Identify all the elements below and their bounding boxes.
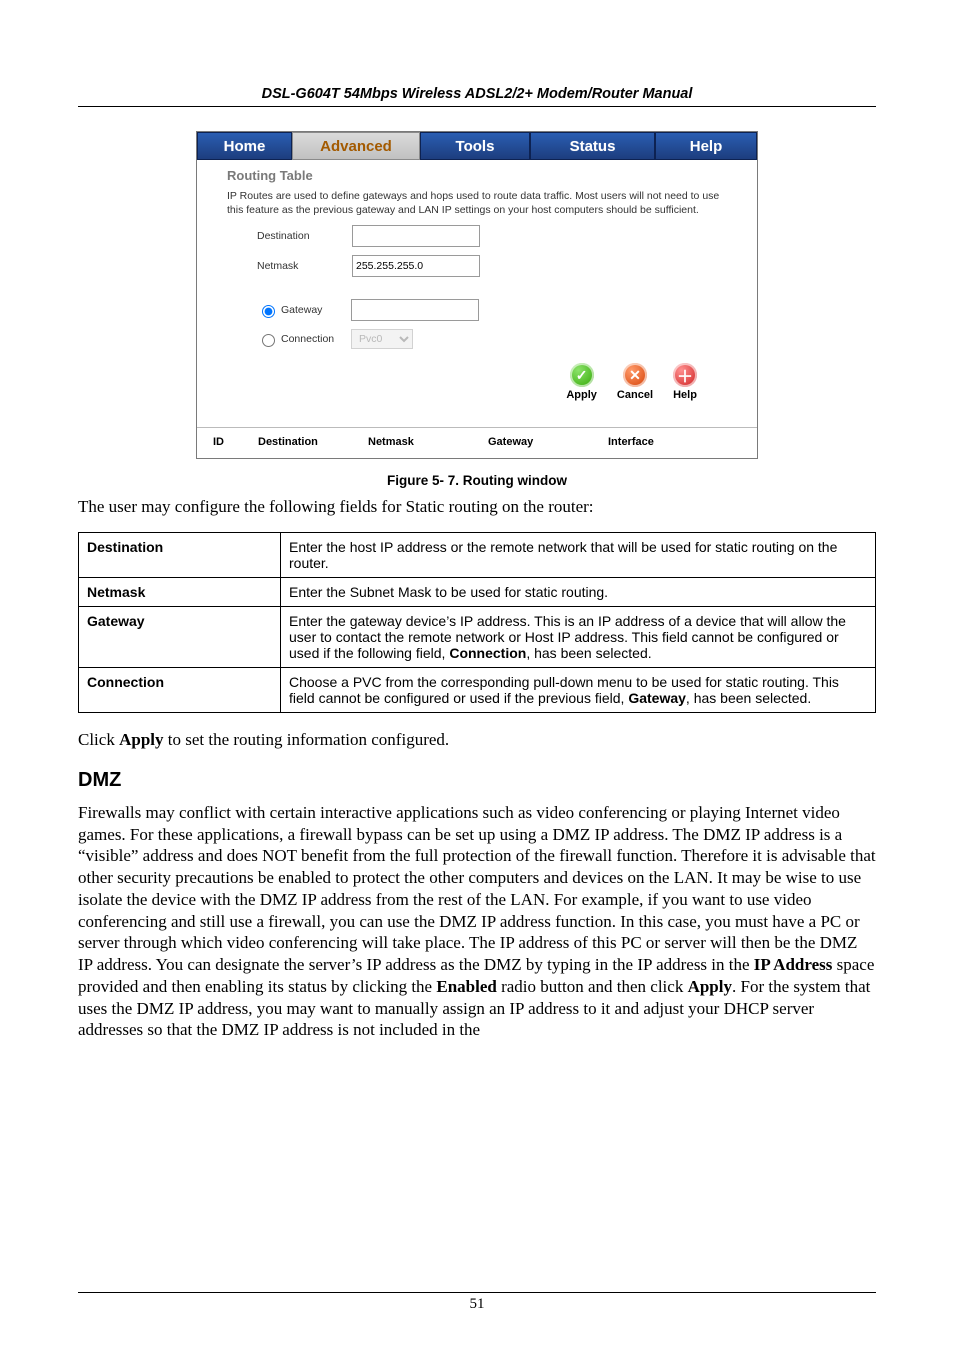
manual-page: DSL-G604T 54Mbps Wireless ADSL2/2+ Modem… <box>0 0 954 1351</box>
field-desc: Enter the Subnet Mask to be used for sta… <box>281 578 876 607</box>
radio-gateway[interactable] <box>262 305 275 318</box>
input-destination[interactable] <box>352 225 480 247</box>
help-icon[interactable]: ＋ <box>673 363 697 387</box>
cancel-button[interactable]: Cancel <box>617 389 653 401</box>
field-name: Gateway <box>79 607 281 668</box>
help-button[interactable]: Help <box>673 389 697 401</box>
tab-tools[interactable]: Tools <box>420 132 530 160</box>
header-rule <box>78 106 876 107</box>
action-buttons: ✓ Apply ✕ Cancel ＋ Help <box>227 363 735 401</box>
col-gateway: Gateway <box>488 436 608 448</box>
radio-connection[interactable] <box>262 334 275 347</box>
tab-help[interactable]: Help <box>655 132 757 160</box>
table-row: Netmask Enter the Subnet Mask to be used… <box>79 578 876 607</box>
field-desc: Enter the gateway device’s IP address. T… <box>281 607 876 668</box>
running-head: DSL-G604T 54Mbps Wireless ADSL2/2+ Modem… <box>78 86 876 102</box>
footer-rule <box>78 1292 876 1293</box>
intro-line: The user may configure the following fie… <box>78 496 876 518</box>
section-description: IP Routes are used to define gateways an… <box>227 189 735 217</box>
tab-status[interactable]: Status <box>530 132 655 160</box>
route-table-header: ID Destination Netmask Gateway Interface <box>197 427 757 458</box>
col-interface: Interface <box>608 436 708 448</box>
col-netmask: Netmask <box>368 436 488 448</box>
tab-home[interactable]: Home <box>197 132 292 160</box>
col-id: ID <box>213 436 258 448</box>
table-row: Connection Choose a PVC from the corresp… <box>79 668 876 713</box>
input-netmask[interactable] <box>352 255 480 277</box>
select-connection: Pvc0 <box>351 329 413 349</box>
apply-icon[interactable]: ✓ <box>570 363 594 387</box>
routing-section: Routing Table IP Routes are used to defi… <box>197 160 757 415</box>
dmz-paragraph: Firewalls may conflict with certain inte… <box>78 802 876 1041</box>
page-number: 51 <box>0 1296 954 1313</box>
label-netmask: Netmask <box>227 260 352 272</box>
field-desc: Choose a PVC from the corresponding pull… <box>281 668 876 713</box>
field-name: Destination <box>79 533 281 578</box>
input-gateway[interactable] <box>351 299 479 321</box>
section-title: Routing Table <box>227 168 735 183</box>
tab-advanced[interactable]: Advanced <box>292 132 420 160</box>
label-gateway: Gateway <box>281 304 351 316</box>
field-desc: Enter the host IP address or the remote … <box>281 533 876 578</box>
field-name: Netmask <box>79 578 281 607</box>
tab-bar: Home Advanced Tools Status Help <box>197 132 757 160</box>
label-destination: Destination <box>227 230 352 242</box>
dmz-heading: DMZ <box>78 769 876 792</box>
routing-window-screenshot: Home Advanced Tools Status Help Routing … <box>196 131 758 459</box>
figure-caption: Figure 5- 7. Routing window <box>78 473 876 488</box>
field-name: Connection <box>79 668 281 713</box>
apply-line: Click Apply to set the routing informati… <box>78 729 876 751</box>
cancel-icon[interactable]: ✕ <box>623 363 647 387</box>
col-destination: Destination <box>258 436 368 448</box>
table-row: Destination Enter the host IP address or… <box>79 533 876 578</box>
table-row: Gateway Enter the gateway device’s IP ad… <box>79 607 876 668</box>
field-description-table: Destination Enter the host IP address or… <box>78 532 876 713</box>
label-connection: Connection <box>281 333 351 345</box>
apply-button[interactable]: Apply <box>566 389 597 401</box>
